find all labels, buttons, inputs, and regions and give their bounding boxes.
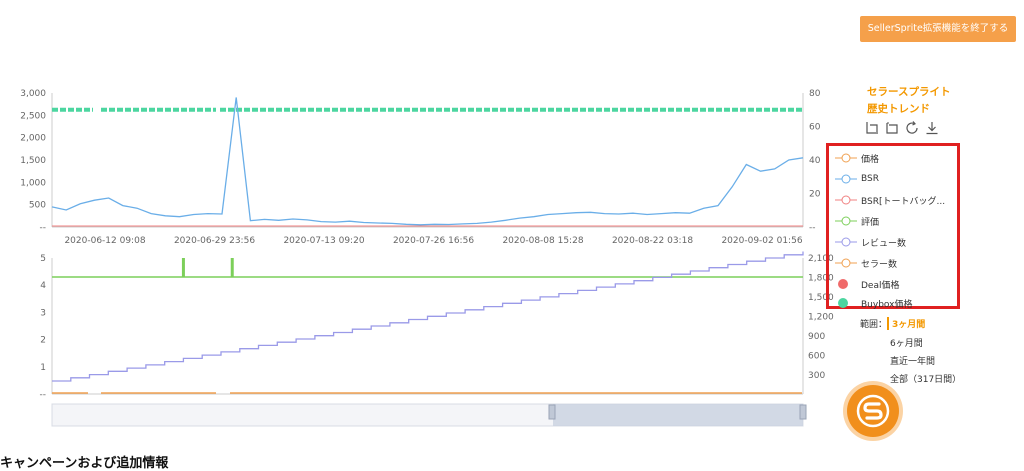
chart2-y-left-tick: 1 [40, 363, 46, 373]
legend-item-review-count[interactable]: レビュー数 [835, 233, 906, 251]
zoom-slider-handle-right [799, 404, 807, 420]
chart2-y-right-tick: 1,200 [808, 313, 834, 323]
chart1-x-tick: 2020-07-13 09:20 [283, 236, 364, 246]
chart1-x-tick: 2020-07-26 16:56 [393, 236, 474, 246]
legend-item-buybox-price[interactable]: Buybox価格 [835, 294, 912, 312]
sellersprite-s-icon [856, 394, 890, 428]
legend-marker-icon [835, 216, 857, 226]
legend-item-bsr[interactable]: BSR [835, 170, 879, 188]
chart1-y-left-tick: -- [40, 223, 47, 233]
chart1-x-tick: 2020-06-29 23:56 [174, 236, 255, 246]
legend-item-seller-count[interactable]: セラー数 [835, 254, 897, 272]
chart1-x-tick: 2020-06-12 09:08 [64, 236, 145, 246]
chart2-y-left-tick: 4 [40, 281, 46, 291]
chart1-y-left-tick: 3,000 [20, 89, 46, 99]
range-option-1year[interactable]: 直近一年間 [890, 354, 935, 367]
chart1-y-left-tick: 2,500 [20, 111, 46, 121]
chart1-y-left-tick: 1,000 [20, 178, 46, 188]
legend-label: Buybox価格 [861, 299, 913, 310]
chart2-y-left-tick: 3 [40, 308, 46, 318]
chart2-y-right-tick: 300 [808, 371, 825, 381]
chart2-y-left-tick: 2 [40, 336, 46, 346]
chart1-y-left-tick: 500 [29, 201, 46, 211]
legend-label: レビュー数 [861, 238, 907, 249]
chart1-x-tick: 2020-09-02 01:56 [721, 236, 802, 246]
chart2-y-left-tick: -- [40, 390, 47, 400]
chart2-review-count-line [52, 251, 804, 382]
legend-label: Deal価格 [861, 280, 900, 291]
legend-item-price[interactable]: 価格 [835, 149, 879, 167]
zoom-slider-handle-left [548, 404, 556, 420]
chart2-y-right-tick: 600 [808, 352, 825, 362]
legend-marker-icon [838, 279, 848, 289]
chart2-rating-spike [181, 258, 185, 278]
chart1-y-right-tick: 20 [809, 190, 821, 200]
chart1-y-right-tick: 80 [809, 89, 821, 99]
chart2-y-right-tick: 900 [808, 332, 825, 342]
legend-marker-icon [835, 153, 857, 163]
legend-label: 評価 [861, 217, 880, 228]
chart-toolbox [864, 120, 940, 136]
chart1-x-tick: 2020-08-22 03:18 [612, 236, 693, 246]
zoom-slider-window [553, 404, 803, 426]
chart1-y-left-tick: 2,000 [20, 134, 46, 144]
legend-label: 価格 [861, 154, 880, 165]
chart1-y-right-tick: 60 [809, 123, 821, 133]
range-option-all[interactable]: 全部（317日間） [890, 372, 961, 385]
legend-marker-icon [838, 298, 848, 308]
chart1-y-left-tick: 1,500 [20, 156, 46, 166]
legend-marker-icon [835, 237, 857, 247]
chart1-bsr-line [51, 97, 804, 226]
download-icon[interactable] [924, 120, 940, 136]
chart-legend: 価格 BSR BSR[トートバッグ... 評価 レビュー数 セラー数 Deal価… [826, 143, 960, 312]
legend-marker-icon [835, 174, 857, 184]
legend-label: BSR[トートバッグ... [861, 196, 946, 207]
zoom-icon[interactable] [864, 120, 880, 136]
chart2-rating-spike [230, 258, 234, 278]
legend-item-deal-price[interactable]: Deal価格 [835, 275, 899, 293]
legend-item-rating[interactable]: 評価 [835, 212, 879, 230]
range-option-3months[interactable]: 3ヶ月間 [887, 317, 925, 330]
legend-marker-icon [835, 258, 857, 268]
legend-marker-icon [835, 195, 857, 205]
chart1-y-right-tick: -- [809, 223, 816, 233]
chart1-x-tick: 2020-08-08 15:28 [502, 236, 583, 246]
zoom-reset-icon[interactable] [884, 120, 900, 136]
section-title: キャンペーンおよび追加情報 [0, 456, 169, 471]
legend-label: セラー数 [861, 259, 898, 270]
side-title-line1: セラースプライト [867, 86, 951, 98]
range-label: 範囲： [860, 320, 888, 330]
legend-label: BSR [861, 174, 879, 184]
legend-item-bsr-category[interactable]: BSR[トートバッグ... [835, 191, 945, 209]
sellersprite-logo[interactable] [847, 385, 899, 437]
side-title-line2: 歴史トレンド [867, 103, 930, 115]
range-option-6months[interactable]: 6ヶ月間 [890, 336, 923, 349]
chart1-y-right-tick: 40 [809, 156, 821, 166]
chart2-y-left-tick: 5 [40, 254, 46, 264]
refresh-icon[interactable] [904, 120, 920, 136]
